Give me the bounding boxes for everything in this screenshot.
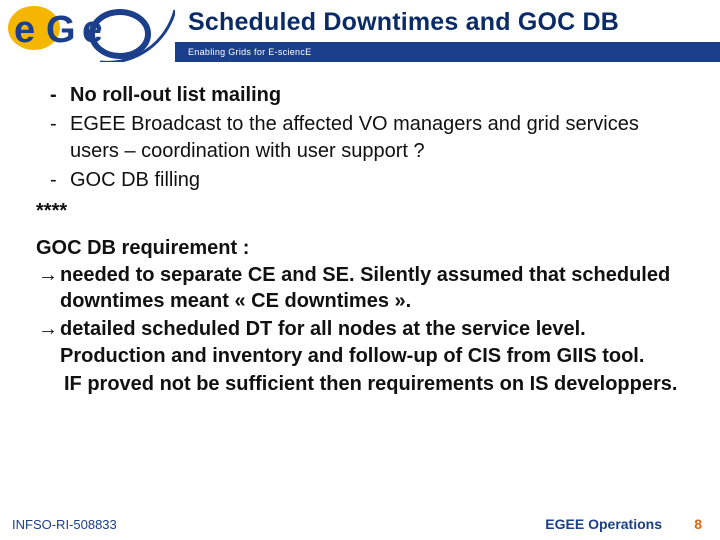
bullet-text: GOC DB filling: [70, 169, 200, 191]
arrow-item: → needed to separate CE and SE. Silently…: [36, 262, 692, 315]
content: - No roll-out list mailing - EGEE Broadc…: [36, 82, 692, 490]
bullet-item: - No roll-out list mailing: [36, 82, 692, 108]
footer: INFSO-RI-508833 EGEE Operations 8: [0, 508, 720, 532]
footer-right: EGEE Operations: [545, 516, 662, 532]
bullet-list: - No roll-out list mailing - EGEE Broadc…: [36, 82, 692, 194]
separator: ****: [36, 200, 692, 223]
arrow-text: detailed scheduled DT for all nodes at t…: [60, 318, 644, 366]
footer-left: INFSO-RI-508833: [12, 517, 117, 532]
tagline: Enabling Grids for E-sciencE: [188, 47, 311, 57]
dash-icon: -: [50, 167, 57, 193]
bullet-text: EGEE Broadcast to the affected VO manage…: [70, 113, 639, 161]
bullet-item: - EGEE Broadcast to the affected VO mana…: [36, 111, 692, 164]
slide-title: Scheduled Downtimes and GOC DB: [188, 8, 619, 37]
egee-logo: e G e e: [0, 0, 175, 62]
page-number: 8: [694, 516, 702, 532]
arrow-item: → detailed scheduled DT for all nodes at…: [36, 316, 692, 369]
slide: Scheduled Downtimes and GOC DB Enabling …: [0, 0, 720, 540]
header: Scheduled Downtimes and GOC DB Enabling …: [0, 0, 720, 62]
egee-logo-svg: e G e e: [0, 0, 175, 62]
bullet-item: - GOC DB filling: [36, 167, 692, 193]
bullet-text: No roll-out list mailing: [70, 84, 281, 106]
arrow-right-icon: →: [38, 262, 58, 288]
tail-line: IF proved not be sufficient then require…: [36, 371, 692, 397]
dash-icon: -: [50, 82, 57, 108]
svg-text:e: e: [14, 9, 35, 51]
dash-icon: -: [50, 111, 57, 137]
requirement-title: GOC DB requirement :: [36, 237, 692, 260]
svg-text:G: G: [46, 9, 76, 51]
arrow-right-icon: →: [38, 316, 58, 342]
arrow-text: needed to separate CE and SE. Silently a…: [60, 264, 670, 312]
